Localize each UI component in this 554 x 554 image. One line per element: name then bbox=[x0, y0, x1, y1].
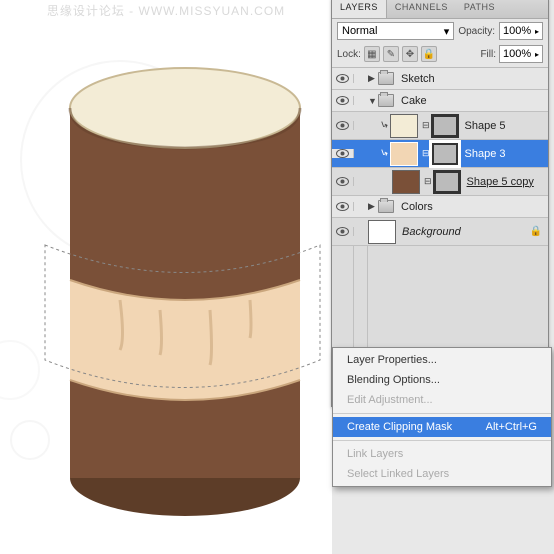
layers-panel: LAYERS CHANNELS PATHS Normal ▾ Opacity: … bbox=[331, 0, 549, 407]
menu-link-layers: Link Layers bbox=[333, 444, 551, 464]
blend-mode-dropdown[interactable]: Normal ▾ bbox=[337, 22, 454, 40]
lock-transparency-button[interactable]: ▦ bbox=[364, 46, 380, 62]
opacity-label: Opacity: bbox=[458, 26, 495, 37]
layer-thumbnail[interactable] bbox=[390, 114, 418, 138]
disclosure-triangle-icon[interactable]: ▶ bbox=[368, 73, 378, 84]
layer-name: Shape 5 bbox=[465, 120, 506, 132]
vector-mask-thumbnail[interactable] bbox=[431, 142, 459, 166]
layer-context-menu: Layer Properties... Blending Options... … bbox=[332, 347, 552, 487]
layer-thumbnail[interactable] bbox=[390, 142, 418, 166]
vector-mask-thumbnail[interactable] bbox=[431, 114, 459, 138]
menu-separator bbox=[333, 440, 551, 441]
menu-create-clipping-mask[interactable]: Create Clipping Mask Alt+Ctrl+G bbox=[333, 417, 551, 437]
mask-link-icon[interactable]: ⊟ bbox=[422, 148, 430, 159]
disclosure-triangle-icon[interactable]: ▼ bbox=[368, 96, 378, 106]
menu-layer-properties[interactable]: Layer Properties... bbox=[333, 350, 551, 370]
document-canvas[interactable]: 思缘设计论坛 - WWW.MISSYUAN.COM bbox=[0, 0, 332, 554]
lock-position-button[interactable]: ✥ bbox=[402, 46, 418, 62]
menu-select-linked-layers: Select Linked Layers bbox=[333, 464, 551, 484]
disclosure-triangle-icon[interactable]: ▶ bbox=[368, 201, 378, 212]
vector-mask-thumbnail[interactable] bbox=[433, 170, 461, 194]
mask-link-icon[interactable]: ⊟ bbox=[424, 176, 432, 187]
layer-name: Shape 3 bbox=[465, 148, 506, 160]
menu-separator bbox=[333, 413, 551, 414]
lock-all-button[interactable]: 🔒 bbox=[421, 46, 437, 62]
layer-background[interactable]: Background 🔒 bbox=[332, 218, 548, 246]
group-sketch[interactable]: ▶ Sketch bbox=[332, 68, 548, 90]
visibility-toggle[interactable] bbox=[332, 96, 354, 105]
layer-thumbnail[interactable] bbox=[368, 220, 396, 244]
opacity-input[interactable]: 100%▸ bbox=[499, 22, 543, 40]
tab-paths[interactable]: PATHS bbox=[456, 0, 503, 18]
visibility-toggle[interactable] bbox=[332, 177, 354, 186]
layer-shape5[interactable]: ↳ ⊟ Shape 5 bbox=[332, 112, 548, 140]
folder-icon bbox=[378, 200, 394, 213]
chevron-icon: ▸ bbox=[535, 50, 539, 59]
group-label: Colors bbox=[401, 201, 433, 213]
visibility-toggle[interactable] bbox=[332, 227, 354, 236]
lock-pixels-button[interactable]: ✎ bbox=[383, 46, 399, 62]
group-colors[interactable]: ▶ Colors bbox=[332, 196, 548, 218]
layer-name: Shape 5 copy bbox=[467, 176, 534, 188]
blend-mode-value: Normal bbox=[342, 25, 377, 37]
tab-layers[interactable]: LAYERS bbox=[332, 0, 387, 18]
chevron-icon: ▸ bbox=[535, 27, 539, 36]
menu-blending-options[interactable]: Blending Options... bbox=[333, 370, 551, 390]
layer-shape5copy[interactable]: ⊟ Shape 5 copy bbox=[332, 168, 548, 196]
fill-label: Fill: bbox=[480, 49, 496, 60]
group-label: Cake bbox=[401, 95, 427, 107]
layer-thumbnail[interactable] bbox=[392, 170, 420, 194]
folder-icon bbox=[378, 94, 394, 107]
menu-edit-adjustment: Edit Adjustment... bbox=[333, 390, 551, 410]
lock-icon: 🔒 bbox=[530, 226, 542, 237]
fill-input[interactable]: 100%▸ bbox=[499, 45, 543, 63]
visibility-toggle[interactable] bbox=[332, 74, 354, 83]
lock-label: Lock: bbox=[337, 49, 361, 60]
visibility-toggle[interactable] bbox=[332, 149, 354, 158]
layer-shape3[interactable]: ↳ ⊟ Shape 3 bbox=[332, 140, 548, 168]
cake-illustration bbox=[0, 0, 332, 554]
tab-channels[interactable]: CHANNELS bbox=[387, 0, 456, 18]
mask-link-icon[interactable]: ⊟ bbox=[422, 120, 430, 131]
panel-tabs: LAYERS CHANNELS PATHS bbox=[332, 0, 548, 19]
layer-name: Background bbox=[402, 226, 461, 238]
visibility-toggle[interactable] bbox=[332, 202, 354, 211]
group-cake[interactable]: ▼ Cake bbox=[332, 90, 548, 112]
chevron-down-icon: ▾ bbox=[444, 25, 450, 38]
group-label: Sketch bbox=[401, 73, 435, 85]
folder-icon bbox=[378, 72, 394, 85]
menu-shortcut: Alt+Ctrl+G bbox=[486, 421, 537, 433]
visibility-toggle[interactable] bbox=[332, 121, 354, 130]
